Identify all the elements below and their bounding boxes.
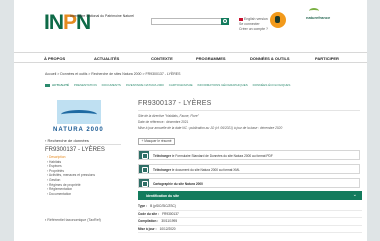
accordion-title: Identification du site (146, 193, 179, 198)
toolbar-item-documents[interactable]: DOCUMENTS (102, 83, 121, 87)
sidebar-search-link[interactable]: ‹ Recherche de données (45, 138, 89, 143)
page-title: FR9300137 - LYÈRES (138, 100, 212, 107)
uk-flag-icon (239, 17, 243, 21)
sidebar-menu: › Description › Habitats › Espèces › Pro… (47, 155, 95, 196)
section-toolbar: ACTUALITÉ PRESENTATION DOCUMENTS INVENTA… (45, 83, 294, 87)
user-avatar-icon[interactable] (270, 12, 286, 28)
inpn-logo-subtitle: Inventaire National du Patrimoine Nature… (70, 14, 135, 18)
search-input[interactable] (151, 18, 229, 25)
toolbar-item-inventaire[interactable]: INVENTAIRE NATURA 2000 (126, 83, 164, 87)
sidebar-taxref-link[interactable]: ▪ Référentiel taxonomique (TaxRef) (45, 218, 115, 222)
identification-table: Type :B (pSIC/SIC/ZSC) Code du site : FR9… (138, 203, 362, 233)
sidebar-item-documentation[interactable]: › Documentation (47, 192, 95, 197)
natura-2000-logo: NATURA 2000 (47, 100, 121, 138)
table-row: Code du site : FR9300137 (138, 211, 362, 218)
table-row: Compilation :30/11/1995 (138, 218, 362, 226)
map-icon (139, 179, 149, 187)
nav-item-participer[interactable]: PARTICIPER (315, 56, 339, 61)
chevron-down-icon: ⌄ (352, 192, 357, 198)
toolbar-item-presentation[interactable]: PRESENTATION (74, 83, 97, 87)
meta-update: Mise à jour annuelle de la date NC : pub… (138, 126, 283, 130)
download-xml-button[interactable]: Télécharger le document du site Natura 2… (138, 164, 360, 174)
table-row: Type :B (pSIC/SIC/ZSC) (138, 203, 362, 211)
toolbar-icon (45, 83, 50, 87)
page: INPN Inventaire National du Patrimoine N… (14, 0, 367, 241)
wave-icon (61, 110, 97, 119)
table-row: Mise à jour :10/12/2020 (138, 226, 362, 233)
xml-icon (139, 165, 149, 173)
divider (138, 110, 360, 111)
natura-2000-logo-text: NATURA 2000 (53, 127, 104, 133)
naturefrance-logo[interactable]: naturefrance (306, 15, 330, 20)
nav-item-actualites[interactable]: ACTUALITÉS (94, 56, 119, 61)
toggle-summary-button[interactable]: + Masquer le résumé (138, 138, 175, 145)
divider (45, 144, 121, 145)
site-meta: Site de la directive "Habitats, Faune, F… (138, 113, 282, 131)
breadcrumb[interactable]: Accueil > Données et outils > Recherche … (45, 72, 180, 76)
nav-item-programmes[interactable]: PROGRAMMES (196, 56, 226, 61)
main-nav: À PROPOS ACTUALITÉS CONTEXTE PROGRAMMES … (14, 52, 367, 63)
natura-2000-emblem (57, 100, 101, 124)
signup-link[interactable]: Créer un compte ? (239, 27, 268, 32)
naturefrance-logo-icon (309, 8, 319, 14)
search-button[interactable] (221, 18, 229, 25)
download-pdf-button[interactable]: Télécharger le Formulaire Standard de Do… (138, 150, 360, 160)
identification-accordion[interactable]: Identification du site ⌄ (138, 191, 362, 200)
toolbar-item-infos-geo[interactable]: INFORMATIONS GÉOGRAPHIQUES (197, 83, 247, 87)
pdf-icon (139, 151, 149, 159)
map-button[interactable]: Cartographie du site Natura 2000 (138, 178, 360, 188)
sidebar-site-title: FR9300137 - LYÈRES (45, 147, 105, 153)
nav-item-donnees-outils[interactable]: DONNÉES & OUTILS (250, 56, 290, 61)
toolbar-item-donnees-eco[interactable]: DONNÉES ÉCOLOGIQUES (253, 83, 291, 87)
account-links: English version Se connecter Créer un co… (239, 17, 268, 32)
nav-item-contexte[interactable]: CONTEXTE (151, 56, 173, 61)
toolbar-item-cartographie[interactable]: CARTOGRAPHIE (169, 83, 193, 87)
toolbar-item-actualite[interactable]: ACTUALITÉ (45, 83, 69, 87)
nav-item-a-propos[interactable]: À PROPOS (44, 56, 65, 61)
